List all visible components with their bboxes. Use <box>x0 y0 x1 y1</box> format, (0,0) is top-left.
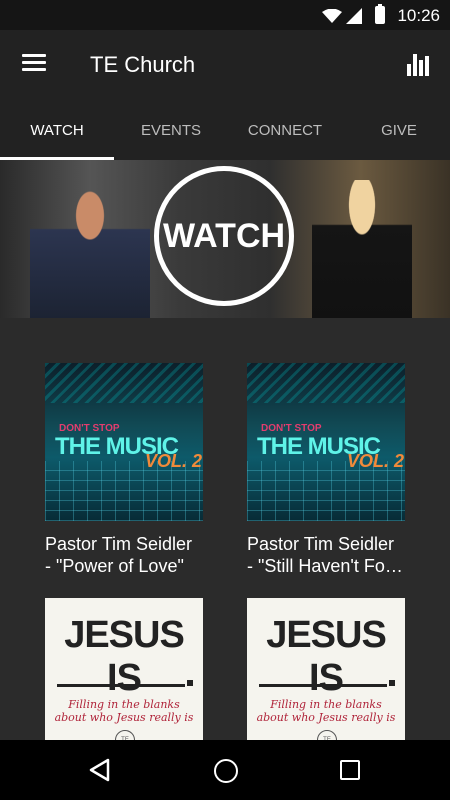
status-bar: 10:26 <box>0 0 450 30</box>
sermon-thumbnail: DON'T STOP THE MUSIC VOL. 2 <box>247 363 405 521</box>
art-vol-text: VOL. 2 <box>347 451 405 471</box>
watch-logo: WATCH <box>154 166 294 306</box>
tab-connect[interactable]: CONNECT <box>228 102 342 160</box>
art-heading: JESUS IS <box>64 614 185 699</box>
art-vol-text: VOL. 2 <box>145 451 203 471</box>
tab-give[interactable]: GIVE <box>342 102 450 160</box>
art-script: Filling in the blanks about who Jesus re… <box>256 698 396 724</box>
card-title: Pastor Tim Seidler - "Power of Love" <box>45 534 193 576</box>
signal-icon <box>346 8 362 24</box>
tab-events[interactable]: EVENTS <box>114 102 228 160</box>
battery-icon <box>375 4 385 24</box>
media-card[interactable]: DON'T STOP THE MUSIC VOL. 2 Pastor Tim S… <box>45 363 203 577</box>
back-icon[interactable] <box>88 758 110 782</box>
card-title: Pastor Tim Seidler - "Still Haven't Fo… <box>247 534 403 576</box>
app-title: TE Church <box>90 52 196 77</box>
media-card[interactable]: JESUS IS Filling in the blanks about who… <box>45 598 203 740</box>
church-logo: TE <box>317 730 337 740</box>
system-nav-bar <box>0 740 450 800</box>
home-icon[interactable] <box>214 759 238 783</box>
recent-apps-icon[interactable] <box>340 760 360 780</box>
bar-chart-icon[interactable] <box>407 54 433 76</box>
sermon-thumbnail: JESUS IS Filling in the blanks about who… <box>45 598 203 740</box>
media-card[interactable]: DON'T STOP THE MUSIC VOL. 2 Pastor Tim S… <box>247 363 405 577</box>
sermon-thumbnail: JESUS IS Filling in the blanks about who… <box>247 598 405 740</box>
media-card[interactable]: JESUS IS Filling in the blanks about who… <box>247 598 405 740</box>
wifi-icon <box>322 9 342 23</box>
sermon-thumbnail: DON'T STOP THE MUSIC VOL. 2 <box>45 363 203 521</box>
art-heading: JESUS IS <box>266 614 387 699</box>
pastor-image <box>30 190 150 318</box>
status-time: 10:26 <box>397 6 440 25</box>
hamburger-icon[interactable] <box>22 54 46 72</box>
speaker-image <box>312 180 412 318</box>
watch-banner[interactable]: WATCH <box>0 160 450 318</box>
tab-watch[interactable]: WATCH <box>0 102 114 160</box>
church-logo: TE <box>115 730 135 740</box>
art-script: Filling in the blanks about who Jesus re… <box>54 698 194 724</box>
app-bar: TE Church <box>0 30 450 102</box>
tab-bar: WATCH EVENTS CONNECT GIVE <box>0 102 450 160</box>
watch-label: WATCH <box>162 216 286 255</box>
